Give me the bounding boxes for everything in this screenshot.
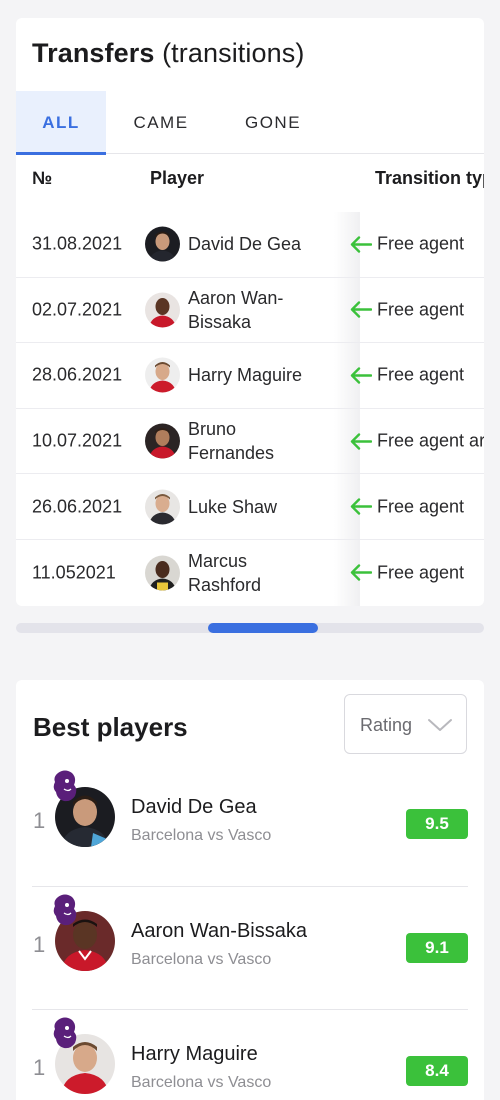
best-player-match: Barcelona vs Vasco bbox=[131, 827, 272, 844]
column-header-player: Player bbox=[150, 168, 205, 188]
sort-select-value: Rating bbox=[360, 715, 413, 735]
player-name[interactable]: Bruno Fernandes bbox=[188, 417, 318, 465]
transfers-card: Transfers (transitions) ALL CAME GONE № … bbox=[16, 18, 484, 606]
transfers-table-header: № Player Transition typ bbox=[16, 154, 484, 210]
transition-type-label: Free agent bbox=[377, 364, 465, 385]
sort-select[interactable]: Rating bbox=[344, 694, 467, 754]
horizontal-scrollbar[interactable] bbox=[16, 623, 484, 633]
transition-type-label: Free agent bbox=[377, 562, 465, 583]
tab-came[interactable]: CAME bbox=[116, 91, 206, 154]
column-header-number: № bbox=[32, 168, 53, 188]
transition-type-label: Free agent bbox=[377, 233, 465, 254]
transfers-table-body: 31.08.2021 David De Gea Free agent 02.07… bbox=[16, 212, 484, 606]
best-player-name[interactable]: David De Gea bbox=[131, 796, 257, 819]
harry-maguire-avatar bbox=[145, 357, 180, 393]
transition-type-label: Free agent bbox=[377, 496, 465, 517]
rating-badge: 9.5 bbox=[406, 809, 468, 839]
arrow-left-icon bbox=[350, 236, 372, 253]
transfers-title: Transfers (transitions) bbox=[32, 38, 304, 69]
premier-league-lion-icon bbox=[53, 1017, 77, 1049]
arrow-left-icon bbox=[350, 564, 372, 581]
table-row[interactable]: 28.06.2021 Harry Maguire Free agent bbox=[16, 343, 484, 409]
transition-type: Free agent bbox=[350, 562, 464, 583]
transition-type-label: Free agent ar bbox=[377, 430, 484, 451]
arrow-left-icon bbox=[350, 367, 372, 384]
arrow-left-icon bbox=[350, 432, 372, 450]
premier-league-lion-icon bbox=[53, 770, 77, 802]
transfer-date: 31.08.2021 bbox=[32, 233, 123, 254]
transition-type: Free agent bbox=[350, 234, 464, 255]
bruno-fernandes-avatar bbox=[145, 423, 180, 459]
table-row[interactable]: 02.07.2021 Aaron Wan-Bissaka Free agent bbox=[16, 277, 484, 344]
player-rank: 1 bbox=[33, 931, 46, 957]
scrollbar-thumb[interactable] bbox=[208, 623, 318, 633]
transition-type-label: Free agent bbox=[377, 299, 465, 320]
tab-gone[interactable]: GONE bbox=[228, 91, 318, 154]
list-item[interactable]: 1 Aaron Wan-Bissaka Barcelona vs Vasco 9… bbox=[32, 887, 468, 1010]
transfer-date: 11.052021 bbox=[32, 562, 116, 583]
list-item[interactable]: 1 Harry Maguire Barcelona vs Vasco 8.4 bbox=[32, 1010, 468, 1100]
table-row[interactable]: 11.052021 Marcus Rashford Free agent bbox=[16, 539, 484, 606]
transfers-title-main: Transfers bbox=[32, 38, 155, 68]
arrow-left-icon bbox=[350, 498, 372, 515]
player-name[interactable]: Marcus Rashford bbox=[188, 549, 318, 597]
table-row[interactable]: 26.06.2021 Luke Shaw Free agent bbox=[16, 474, 484, 540]
list-item[interactable]: 1 David De Gea Barcelona vs Vasco 9.5 bbox=[32, 763, 468, 887]
best-player-match: Barcelona vs Vasco bbox=[131, 950, 272, 968]
player-rank: 1 bbox=[33, 808, 46, 833]
aaron-wan-bissaka-avatar bbox=[145, 292, 180, 328]
player-name[interactable]: Luke Shaw bbox=[188, 495, 318, 519]
rating-badge: 9.1 bbox=[406, 932, 468, 963]
luke-shaw-avatar bbox=[145, 489, 180, 525]
transfers-title-suffix: (transitions) bbox=[162, 38, 305, 68]
transfer-date: 26.06.2021 bbox=[32, 496, 123, 517]
arrow-left-icon bbox=[350, 301, 372, 319]
best-players-card: Best players Rating 1 David De Gea Barce… bbox=[16, 680, 484, 1100]
table-row[interactable]: 31.08.2021 David De Gea Free agent bbox=[16, 212, 484, 278]
marcus-rashford-avatar bbox=[145, 555, 180, 591]
premier-league-lion-icon bbox=[53, 894, 77, 925]
best-player-name[interactable]: Harry Maguire bbox=[131, 1043, 258, 1066]
column-header-transition-type: Transition typ bbox=[375, 168, 484, 188]
david-de-gea-avatar bbox=[145, 226, 180, 262]
player-name[interactable]: Aaron Wan-Bissaka bbox=[188, 286, 318, 334]
player-rank: 1 bbox=[33, 1055, 46, 1080]
table-row[interactable]: 10.07.2021 Bruno Fernandes Free agent ar bbox=[16, 408, 484, 475]
transition-type: Free agent bbox=[350, 365, 464, 386]
transfer-tabs: ALL CAME GONE bbox=[16, 91, 484, 155]
best-players-list: 1 David De Gea Barcelona vs Vasco 9.5 1 … bbox=[16, 763, 484, 1100]
transition-type: Free agent ar bbox=[350, 431, 484, 452]
best-player-name[interactable]: Aaron Wan-Bissaka bbox=[131, 920, 307, 943]
player-name[interactable]: Harry Maguire bbox=[188, 363, 318, 387]
chevron-down-icon bbox=[428, 719, 452, 731]
best-players-title: Best players bbox=[33, 712, 188, 742]
rating-badge: 8.4 bbox=[406, 1056, 468, 1086]
transfer-date: 28.06.2021 bbox=[32, 364, 123, 385]
transfer-date: 02.07.2021 bbox=[32, 299, 123, 320]
best-player-match: Barcelona vs Vasco bbox=[131, 1074, 272, 1091]
player-name[interactable]: David De Gea bbox=[188, 232, 318, 256]
transfer-date: 10.07.2021 bbox=[32, 430, 123, 451]
tab-all[interactable]: ALL bbox=[16, 91, 106, 155]
transition-type: Free agent bbox=[350, 299, 464, 320]
transition-type: Free agent bbox=[350, 496, 464, 517]
